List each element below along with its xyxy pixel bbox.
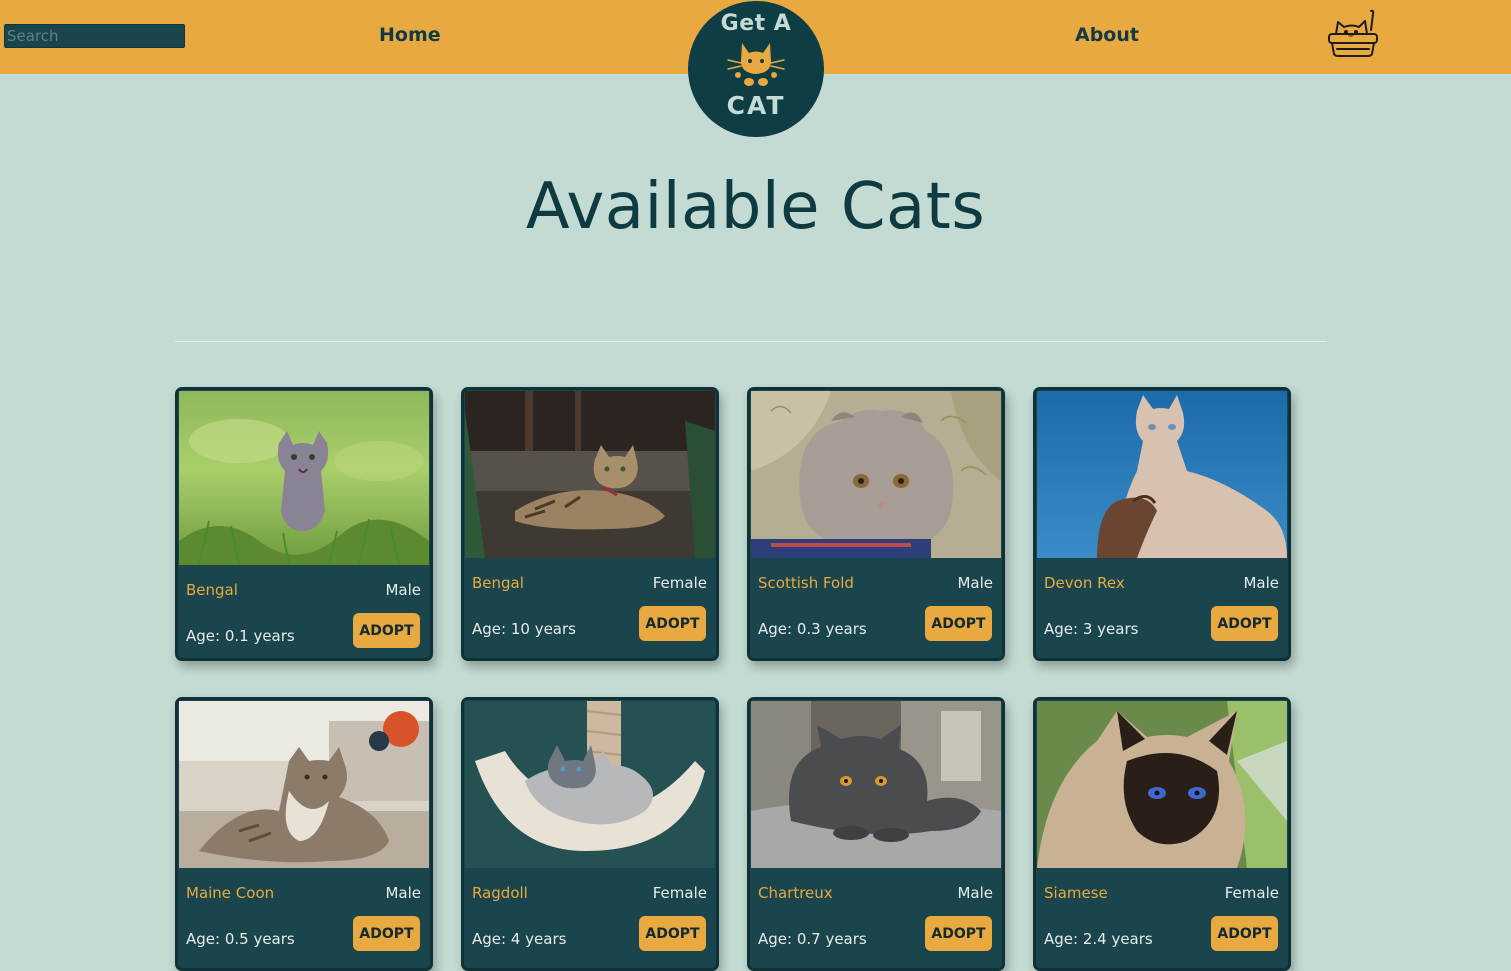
adopt-button[interactable]: ADOPT [1211, 916, 1278, 951]
cat-age: Age: 0.3 years [758, 620, 867, 638]
cat-breed: Siamese [1044, 884, 1108, 902]
cat-card: Siamese Female Age: 2.4 years ADOPT [1033, 697, 1291, 971]
cat-age: Age: 10 years [472, 620, 576, 638]
adopt-button[interactable]: ADOPT [353, 916, 420, 951]
cat-breed: Bengal [472, 574, 524, 592]
cat-photo [465, 701, 715, 868]
cat-card: Chartreux Male Age: 0.7 years ADOPT [747, 697, 1005, 971]
adopt-button[interactable]: ADOPT [1211, 606, 1278, 641]
logo[interactable]: Get A CAT [688, 1, 824, 137]
cat-breed: Ragdoll [472, 884, 528, 902]
adopt-button[interactable]: ADOPT [353, 613, 420, 648]
nav-link-home[interactable]: Home [379, 24, 441, 46]
divider [175, 341, 1327, 342]
cat-age: Age: 3 years [1044, 620, 1139, 638]
cat-gender: Male [385, 581, 421, 599]
cat-photo [1037, 391, 1287, 558]
cat-gender: Male [957, 574, 993, 592]
cat-photo [751, 391, 1001, 558]
cat-in-basket-icon[interactable] [1326, 8, 1380, 60]
cat-photo [751, 701, 1001, 868]
cat-age: Age: 2.4 years [1044, 930, 1153, 948]
cat-gender: Male [957, 884, 993, 902]
cat-age: Age: 4 years [472, 930, 567, 948]
cat-card: Bengal Male Age: 0.1 years ADOPT [175, 387, 433, 661]
cat-breed: Scottish Fold [758, 574, 854, 592]
cat-card: Scottish Fold Male Age: 0.3 years ADOPT [747, 387, 1005, 661]
nav-link-about[interactable]: About [1075, 24, 1139, 46]
page-title: Available Cats [525, 170, 986, 244]
cat-card: Bengal Female Age: 10 years ADOPT [461, 387, 719, 661]
cat-age: Age: 0.7 years [758, 930, 867, 948]
cat-gender: Female [1224, 884, 1279, 902]
cat-photo [1037, 701, 1287, 868]
cat-gender: Male [385, 884, 421, 902]
cat-photo [179, 391, 429, 565]
cat-face-icon [722, 39, 790, 95]
cat-age: Age: 0.1 years [186, 627, 295, 645]
cat-photo [465, 391, 715, 558]
cat-breed: Maine Coon [186, 884, 275, 902]
cat-breed: Chartreux [758, 884, 833, 902]
cat-gender: Male [1243, 574, 1279, 592]
cat-age: Age: 0.5 years [186, 930, 295, 948]
adopt-button[interactable]: ADOPT [639, 916, 706, 951]
cat-card: Ragdoll Female Age: 4 years ADOPT [461, 697, 719, 971]
cat-card: Devon Rex Male Age: 3 years ADOPT [1033, 387, 1291, 661]
adopt-button[interactable]: ADOPT [925, 606, 992, 641]
logo-text-top: Get A [720, 11, 792, 36]
cat-photo [179, 701, 429, 868]
cat-card: Maine Coon Male Age: 0.5 years ADOPT [175, 697, 433, 971]
search-input[interactable] [4, 24, 185, 48]
adopt-button[interactable]: ADOPT [925, 916, 992, 951]
adopt-button[interactable]: ADOPT [639, 606, 706, 641]
cat-breed: Bengal [186, 581, 238, 599]
cat-breed: Devon Rex [1044, 574, 1125, 592]
cat-gender: Female [652, 884, 707, 902]
logo-text-bottom: CAT [726, 91, 786, 120]
cat-gender: Female [652, 574, 707, 592]
